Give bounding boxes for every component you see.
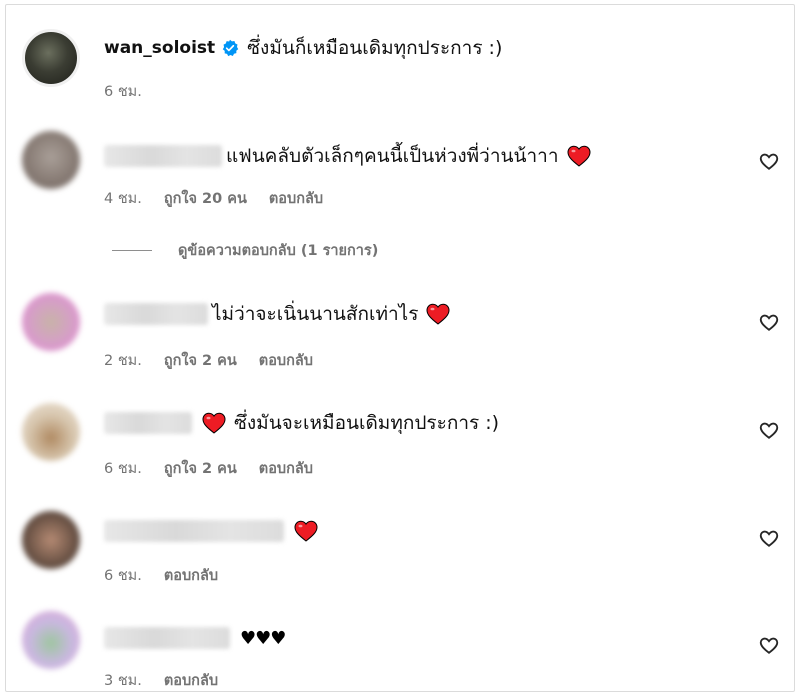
commenter-username[interactable] <box>104 520 284 542</box>
comment-text: แฟนคลับตัวเล็กๆคนนี้เป็นห่วงพี่ว่านน้าาา <box>226 145 559 167</box>
avatar[interactable] <box>22 293 80 351</box>
view-replies-label: ดูข้อความตอบกลับ (1 รายการ) <box>178 243 379 259</box>
red-heart-emoji-icon <box>426 303 450 325</box>
comments-panel: wan_soloist ซึ่งมันก็เหมือนเดิมทุกประการ… <box>5 4 795 692</box>
reply-button[interactable]: ตอบกลับ <box>259 457 313 480</box>
avatar[interactable] <box>22 29 80 87</box>
reply-button[interactable]: ตอบกลับ <box>164 564 218 587</box>
heart-outline-icon[interactable] <box>758 634 780 656</box>
heart-outline-icon[interactable] <box>758 527 780 549</box>
caption-text: ซึ่งมันก็เหมือนเดิมทุกประการ :) <box>247 37 503 59</box>
heart-outline-icon[interactable] <box>758 311 780 333</box>
avatar[interactable] <box>22 511 80 569</box>
red-heart-emoji-icon <box>202 412 226 434</box>
comment-timestamp: 6 ชม. <box>104 461 142 477</box>
avatar[interactable] <box>22 131 80 189</box>
divider <box>112 250 152 251</box>
avatar[interactable] <box>22 403 80 461</box>
commenter-username[interactable] <box>104 303 208 325</box>
heart-outline-icon[interactable] <box>758 419 780 441</box>
reply-button[interactable]: ตอบกลับ <box>269 187 323 210</box>
comment-timestamp: 2 ชม. <box>104 353 142 369</box>
comment-text: ซึ่งมันจะเหมือนเดิมทุกประการ :) <box>234 412 500 434</box>
view-replies-button[interactable]: ดูข้อความตอบกลับ (1 รายการ) <box>112 239 378 262</box>
comment-timestamp: 4 ชม. <box>104 191 142 207</box>
red-heart-emoji-icon <box>294 520 318 542</box>
commenter-username[interactable] <box>104 627 230 649</box>
like-count[interactable]: ถูกใจ 20 คน <box>164 187 247 210</box>
heart-outline-icon[interactable] <box>758 150 780 172</box>
avatar[interactable] <box>22 611 80 669</box>
caption-username[interactable]: wan_soloist <box>104 38 215 58</box>
red-heart-emoji-icon <box>566 145 591 167</box>
commenter-username[interactable] <box>104 145 222 167</box>
like-count[interactable]: ถูกใจ 2 คน <box>164 349 237 372</box>
like-count[interactable]: ถูกใจ 2 คน <box>164 457 237 480</box>
reply-button[interactable]: ตอบกลับ <box>259 349 313 372</box>
comment-text: ♥♥♥ <box>240 627 286 649</box>
comment-timestamp: 6 ชม. <box>104 568 142 584</box>
caption-timestamp: 6 ชม. <box>104 84 142 100</box>
comment-text: ไม่ว่าจะเนิ่นนานสักเท่าไร <box>212 303 419 325</box>
verified-badge-icon <box>221 39 239 57</box>
commenter-username[interactable] <box>104 412 192 434</box>
comment-timestamp: 3 ชม. <box>104 673 142 689</box>
reply-button[interactable]: ตอบกลับ <box>164 669 218 691</box>
